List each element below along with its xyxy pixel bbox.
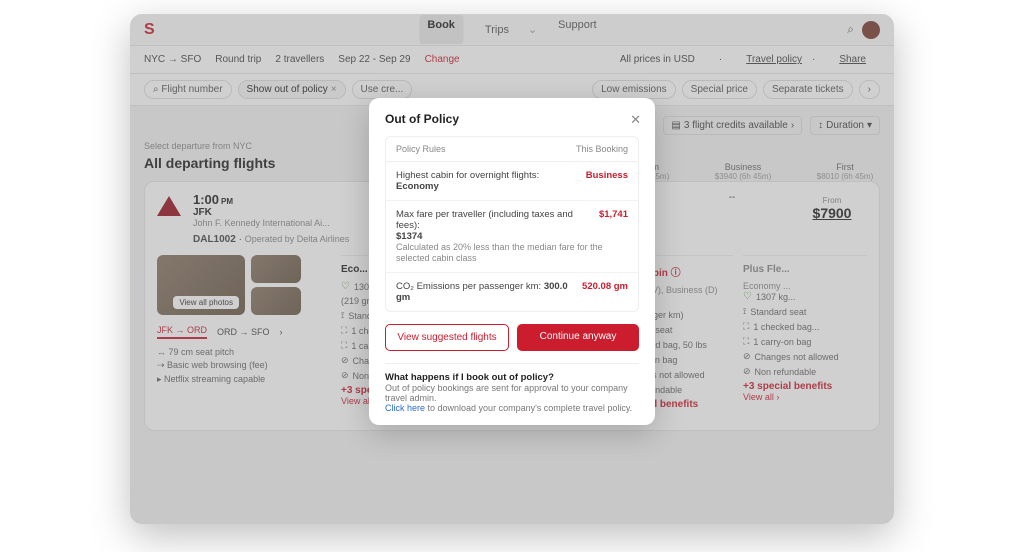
- out-of-policy-modal: Out of Policy ✕ Policy Rules This Booking…: [369, 98, 655, 425]
- policy-footer-text: Out of policy bookings are sent for appr…: [385, 383, 628, 403]
- modal-title: Out of Policy: [385, 112, 639, 126]
- view-suggested-button[interactable]: View suggested flights: [385, 324, 509, 351]
- col-this-booking: This Booking: [576, 144, 628, 154]
- rule-cabin: Business Highest cabin for overnight fli…: [386, 162, 638, 201]
- rule-max-fare: $1,741 Max fare per traveller (including…: [386, 201, 638, 273]
- continue-anyway-button[interactable]: Continue anyway: [517, 324, 639, 351]
- download-policy-link[interactable]: Click here: [385, 403, 425, 413]
- rule-co2: 520.08 gm CO₂ Emissions per passenger km…: [386, 273, 638, 311]
- policy-footer-question: What happens if I book out of policy?: [385, 372, 554, 383]
- close-icon[interactable]: ✕: [630, 112, 641, 128]
- col-policy-rules: Policy Rules: [396, 144, 446, 154]
